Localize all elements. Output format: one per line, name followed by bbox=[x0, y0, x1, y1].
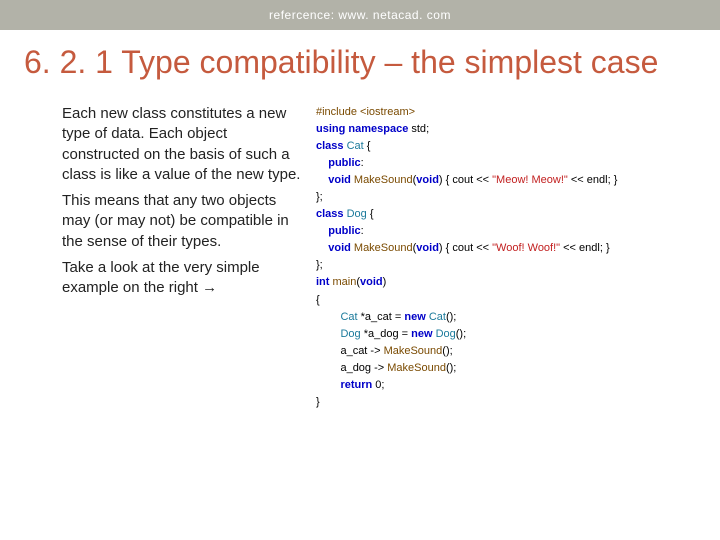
code-token: MakeSound bbox=[387, 362, 446, 374]
code-token: Cat bbox=[340, 311, 357, 323]
code-token: { bbox=[364, 140, 371, 152]
code-token: <iostream> bbox=[360, 106, 415, 118]
paragraph-3: Take a look at the very simple example o… bbox=[62, 258, 302, 299]
code-token: "Woof! Woof!" bbox=[492, 242, 560, 254]
code-token: << bbox=[473, 174, 492, 186]
code-token: << bbox=[473, 242, 492, 254]
code-token: ; bbox=[426, 123, 429, 135]
code-token: ; } bbox=[600, 242, 610, 254]
code-token: MakeSound bbox=[354, 242, 413, 254]
code-token: ) { bbox=[439, 174, 452, 186]
code-token: new bbox=[404, 311, 428, 323]
code-token: }; bbox=[316, 191, 323, 203]
code-token: void bbox=[416, 174, 439, 186]
code-token: cout bbox=[452, 174, 473, 186]
code-token: (); bbox=[446, 362, 456, 374]
code-token: { bbox=[367, 208, 374, 220]
code-block: #include <iostream> using namespace std;… bbox=[316, 104, 696, 411]
code-token: Cat bbox=[347, 140, 364, 152]
code-token: std bbox=[411, 123, 426, 135]
code-token: : bbox=[361, 157, 364, 169]
code-token: new bbox=[411, 328, 435, 340]
code-token: ; bbox=[381, 379, 384, 391]
code-token: void bbox=[328, 174, 354, 186]
code-token: return bbox=[340, 379, 375, 391]
top-bar: refercence: www. netacad. com bbox=[0, 0, 720, 30]
code-token: : bbox=[361, 225, 364, 237]
code-token: void bbox=[416, 242, 439, 254]
code-token: *a_dog = bbox=[361, 328, 411, 340]
code-token: << bbox=[568, 174, 587, 186]
code-token: }; bbox=[316, 259, 323, 271]
code-token: ) bbox=[383, 276, 387, 288]
code-token: using namespace bbox=[316, 123, 411, 135]
code-token: Cat bbox=[429, 311, 446, 323]
code-token: a_dog -> bbox=[340, 362, 387, 374]
paragraph-2: This means that any two objects may (or … bbox=[62, 191, 302, 252]
code-token: } bbox=[316, 396, 320, 408]
code-token: Dog bbox=[347, 208, 367, 220]
code-token: Dog bbox=[340, 328, 360, 340]
code-token: void bbox=[360, 276, 383, 288]
code-token: MakeSound bbox=[354, 174, 413, 186]
code-token: main bbox=[333, 276, 357, 288]
page-title: 6. 2. 1 Type compatibility – the simples… bbox=[24, 42, 696, 82]
code-token: endl bbox=[579, 242, 600, 254]
code-token: class bbox=[316, 140, 347, 152]
code-token: public bbox=[328, 157, 360, 169]
code-token: Dog bbox=[436, 328, 456, 340]
code-token: void bbox=[328, 242, 354, 254]
code-token: (); bbox=[456, 328, 466, 340]
code-token: class bbox=[316, 208, 347, 220]
code-token: cout bbox=[452, 242, 473, 254]
paragraph-1: Each new class constitutes a new type of… bbox=[62, 104, 302, 185]
code-token: #include bbox=[316, 106, 360, 118]
code-token: *a_cat = bbox=[358, 311, 405, 323]
code-token: a_cat -> bbox=[340, 345, 383, 357]
code-token: endl bbox=[587, 174, 608, 186]
code-token: << bbox=[560, 242, 579, 254]
body-text: Each new class constitutes a new type of… bbox=[62, 104, 302, 411]
code-token: ) { bbox=[439, 242, 452, 254]
code-token: (); bbox=[446, 311, 456, 323]
reference-text: refercence: www. netacad. com bbox=[269, 8, 451, 22]
code-token: int bbox=[316, 276, 333, 288]
content-row: Each new class constitutes a new type of… bbox=[62, 104, 696, 411]
code-token: public bbox=[328, 225, 360, 237]
code-token: MakeSound bbox=[384, 345, 443, 357]
code-token: ; } bbox=[608, 174, 618, 186]
code-token: { bbox=[316, 294, 320, 306]
code-token: "Meow! Meow!" bbox=[492, 174, 568, 186]
code-token: (); bbox=[442, 345, 452, 357]
